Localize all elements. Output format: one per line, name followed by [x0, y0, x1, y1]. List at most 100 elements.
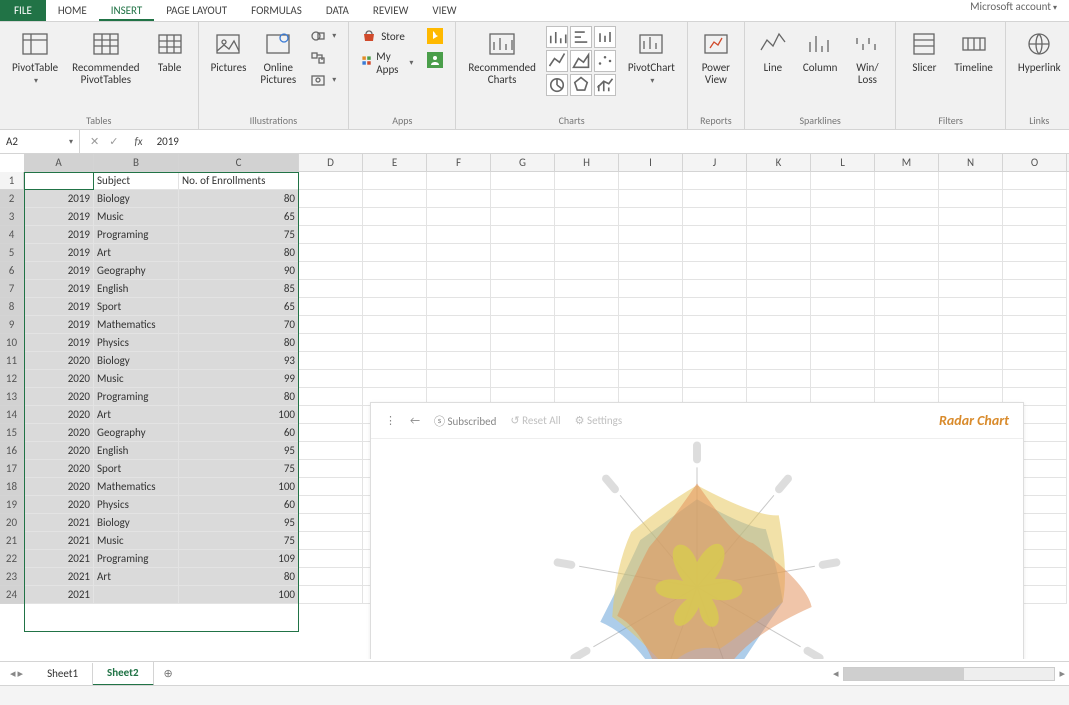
cell[interactable]: 109 — [179, 550, 299, 568]
cell[interactable]: Programing — [94, 388, 179, 406]
row-header[interactable]: 20 — [0, 514, 24, 532]
cell[interactable]: 75 — [179, 460, 299, 478]
cell[interactable]: Biology — [94, 352, 179, 370]
row-header[interactable]: 7 — [0, 280, 24, 298]
cell[interactable]: 100 — [179, 478, 299, 496]
cell[interactable]: 2019 — [24, 298, 94, 316]
cell[interactable] — [299, 442, 363, 460]
timeline-button[interactable]: Timeline — [950, 26, 996, 76]
sparkline-column-button[interactable]: Column — [799, 26, 842, 76]
tab-home[interactable]: HOME — [46, 0, 99, 21]
cell[interactable] — [299, 424, 363, 442]
cell[interactable]: 2020 — [24, 424, 94, 442]
cell[interactable] — [619, 226, 683, 244]
cell[interactable]: Sport — [94, 460, 179, 478]
cell[interactable]: 80 — [179, 568, 299, 586]
cell[interactable] — [491, 334, 555, 352]
column-header[interactable]: L — [811, 154, 875, 171]
cell[interactable] — [299, 406, 363, 424]
cell[interactable] — [299, 352, 363, 370]
cell[interactable] — [619, 190, 683, 208]
cell[interactable] — [939, 208, 1003, 226]
cell[interactable]: 60 — [179, 424, 299, 442]
cell[interactable] — [1003, 334, 1067, 352]
cell[interactable] — [555, 280, 619, 298]
column-header[interactable]: F — [427, 154, 491, 171]
cell[interactable] — [363, 226, 427, 244]
cell[interactable]: 75 — [179, 226, 299, 244]
column-chart-icon[interactable] — [546, 26, 568, 48]
reset-button[interactable]: ↺ Reset All — [510, 414, 560, 427]
cell[interactable] — [1003, 280, 1067, 298]
row-header[interactable]: 21 — [0, 532, 24, 550]
row-header[interactable]: 12 — [0, 370, 24, 388]
cell[interactable] — [619, 244, 683, 262]
cell[interactable] — [555, 208, 619, 226]
cell[interactable] — [299, 370, 363, 388]
sheet-nav-first[interactable]: ◂ — [10, 667, 16, 680]
pie-chart-icon[interactable] — [546, 74, 568, 96]
cell[interactable]: 75 — [179, 532, 299, 550]
cell[interactable]: No. of Enrollments — [179, 172, 299, 190]
cell[interactable] — [747, 298, 811, 316]
cell[interactable] — [299, 226, 363, 244]
column-header[interactable]: H — [555, 154, 619, 171]
cell[interactable]: 2019 — [24, 280, 94, 298]
cell[interactable] — [491, 298, 555, 316]
column-header[interactable]: E — [363, 154, 427, 171]
cell[interactable] — [683, 190, 747, 208]
row-header[interactable]: 24 — [0, 586, 24, 604]
cell[interactable] — [619, 208, 683, 226]
cell[interactable] — [619, 352, 683, 370]
cell[interactable] — [939, 334, 1003, 352]
tab-file[interactable]: FILE — [0, 0, 46, 21]
cell[interactable] — [427, 172, 491, 190]
cell[interactable]: 95 — [179, 442, 299, 460]
cancel-icon[interactable]: ✕ — [90, 135, 99, 148]
cell[interactable] — [491, 370, 555, 388]
line-chart-icon[interactable] — [546, 50, 568, 72]
powerview-button[interactable]: Power View — [696, 26, 736, 88]
myapps-button[interactable]: My Apps▾ — [357, 48, 417, 78]
cell[interactable] — [619, 280, 683, 298]
cell[interactable]: Year — [24, 172, 94, 190]
cell[interactable] — [619, 262, 683, 280]
row-header[interactable]: 23 — [0, 568, 24, 586]
cell[interactable]: 60 — [179, 496, 299, 514]
tab-pagelayout[interactable]: PAGE LAYOUT — [154, 0, 239, 21]
cell[interactable]: 2019 — [24, 190, 94, 208]
cell[interactable] — [939, 244, 1003, 262]
column-header[interactable]: A — [24, 154, 94, 171]
cell[interactable] — [491, 244, 555, 262]
cell[interactable] — [299, 190, 363, 208]
cell[interactable] — [811, 334, 875, 352]
fx-icon[interactable]: fx — [128, 135, 148, 148]
cell[interactable] — [747, 172, 811, 190]
settings-button[interactable]: ⚙ Settings — [575, 414, 623, 427]
cell[interactable] — [683, 172, 747, 190]
account-menu[interactable]: Microsoft account▾ — [958, 0, 1069, 21]
cell[interactable] — [363, 280, 427, 298]
scatter-chart-icon[interactable] — [594, 50, 616, 72]
column-header[interactable]: J — [683, 154, 747, 171]
cell[interactable] — [491, 226, 555, 244]
radar-chart-icon[interactable] — [570, 74, 592, 96]
cell[interactable] — [299, 208, 363, 226]
cell[interactable] — [747, 226, 811, 244]
cell[interactable] — [939, 280, 1003, 298]
cell[interactable] — [427, 298, 491, 316]
row-header[interactable]: 11 — [0, 352, 24, 370]
cell[interactable] — [427, 334, 491, 352]
cell[interactable]: 2021 — [24, 532, 94, 550]
cell[interactable] — [619, 334, 683, 352]
tab-data[interactable]: DATA — [314, 0, 361, 21]
cell[interactable]: 2020 — [24, 388, 94, 406]
cell[interactable] — [875, 316, 939, 334]
cell[interactable] — [491, 172, 555, 190]
cell[interactable] — [1003, 352, 1067, 370]
column-header[interactable]: N — [939, 154, 1003, 171]
cell[interactable] — [427, 262, 491, 280]
cell[interactable] — [491, 280, 555, 298]
cell[interactable]: 2020 — [24, 406, 94, 424]
cell[interactable] — [811, 226, 875, 244]
